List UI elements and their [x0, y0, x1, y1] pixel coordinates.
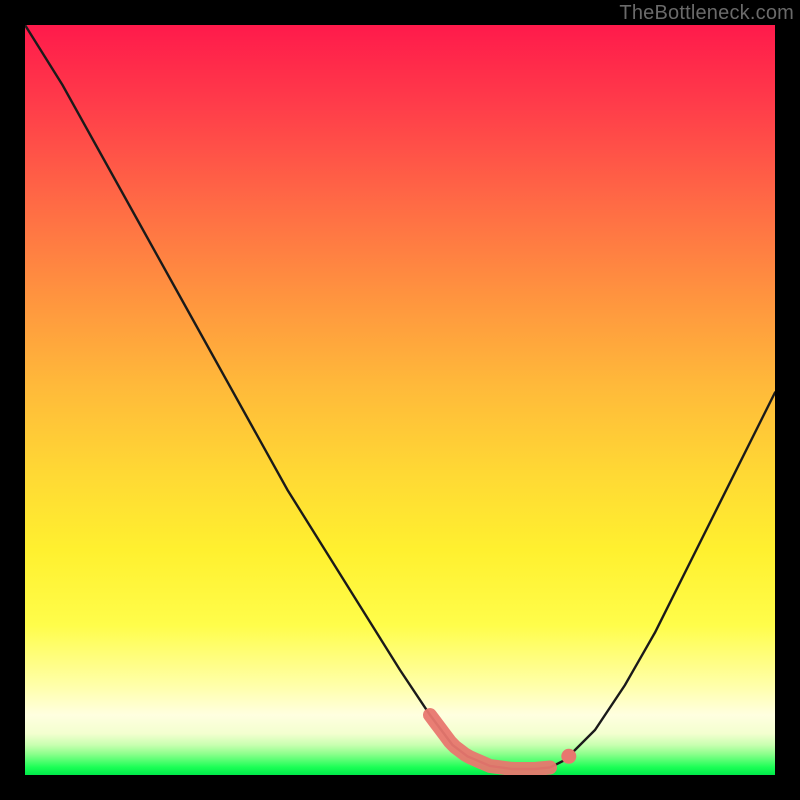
- optimal-range-dot: [561, 749, 576, 764]
- bottleneck-curve: [25, 25, 775, 769]
- optimal-range-highlight: [430, 715, 550, 769]
- watermark-label: TheBottleneck.com: [619, 2, 794, 25]
- plot-area: [25, 25, 775, 775]
- chart-svg: [25, 25, 775, 775]
- chart-frame: TheBottleneck.com: [0, 0, 800, 800]
